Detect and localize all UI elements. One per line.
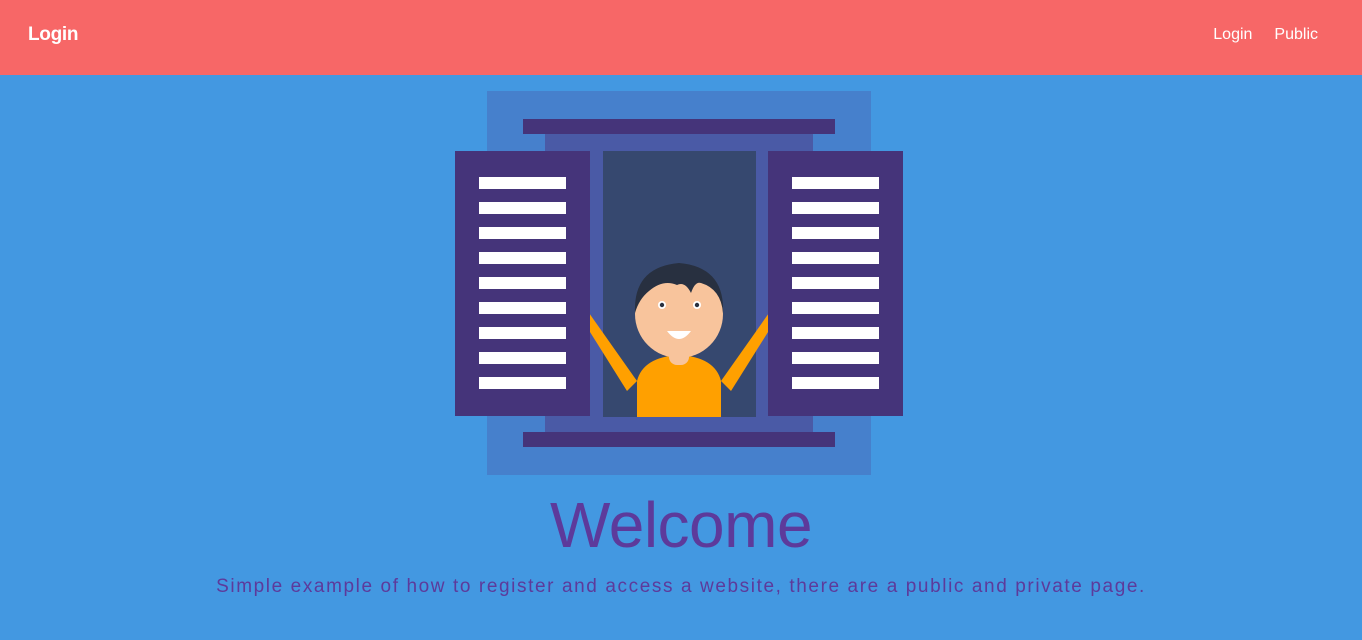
left-shutter <box>455 151 590 416</box>
welcome-title: Welcome <box>549 489 813 561</box>
window-bottom-sill <box>523 432 835 447</box>
nav-link-login[interactable]: Login <box>1213 26 1252 44</box>
window-illustration <box>455 91 903 475</box>
nav-link-public[interactable]: Public <box>1274 26 1318 44</box>
right-shutter <box>768 151 903 416</box>
navbar: Login Login Public <box>0 0 1362 75</box>
welcome-subtitle: Simple example of how to register and ac… <box>216 576 1146 597</box>
brand-link[interactable]: Login <box>28 24 79 46</box>
nav-links: Login Public <box>1213 26 1318 44</box>
window-top-sill <box>523 119 835 134</box>
